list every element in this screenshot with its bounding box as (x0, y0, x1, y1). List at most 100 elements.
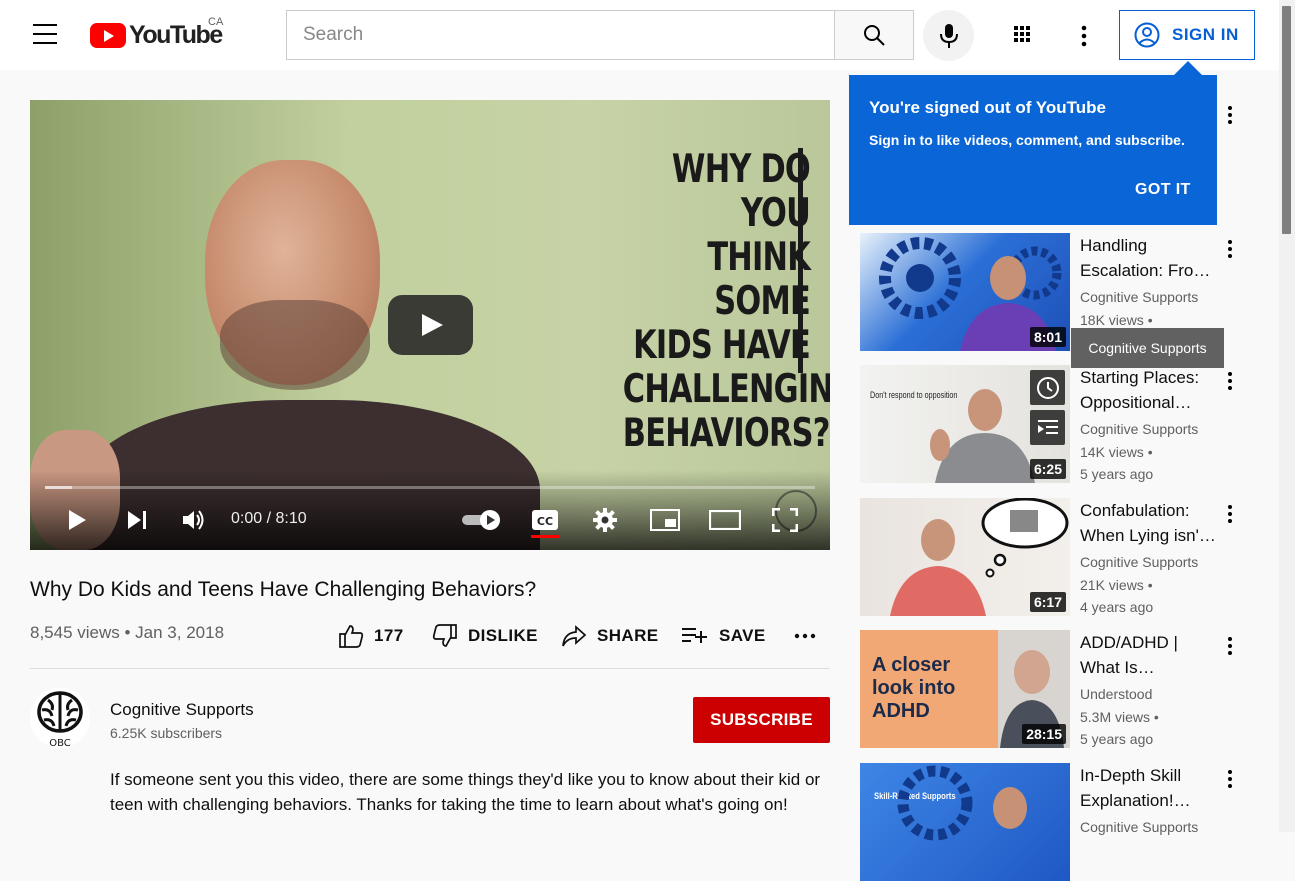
title-line: When Lying isn'… (1080, 526, 1216, 545)
clock-icon (1036, 376, 1059, 399)
recommendation-channel[interactable]: Cognitive Supports (1080, 421, 1198, 437)
video-overlay-bar (798, 148, 803, 373)
microphone-icon (939, 23, 958, 48)
subscribe-button[interactable]: SUBSCRIBE (693, 697, 830, 743)
divider (30, 668, 830, 669)
more-actions-button[interactable] (794, 622, 826, 650)
search-input[interactable] (287, 11, 835, 59)
large-play-button[interactable] (388, 295, 473, 355)
settings-button[interactable] (590, 504, 620, 536)
dislike-button[interactable]: DISLIKE (432, 622, 538, 650)
video-duration: 8:01 (1029, 327, 1066, 347)
recommendation-item[interactable]: Skill-Related Supports In-Depth Skill Exp… (860, 763, 1234, 881)
dislike-label: DISLIKE (468, 626, 538, 645)
channel-avatar-text: OBC (49, 738, 71, 748)
share-button[interactable]: SHARE (561, 622, 659, 650)
subtitles-button[interactable]: CC (530, 504, 560, 536)
settings-more-button[interactable] (1070, 22, 1098, 50)
apps-button[interactable] (1010, 22, 1038, 50)
next-button[interactable] (122, 504, 152, 536)
video-player[interactable]: WHY DO YOU THINK SOME KIDS HAVE CHALLENG… (30, 100, 830, 550)
subtitles-active-indicator (531, 535, 560, 538)
recommendation-title[interactable]: Handling Escalation: Fro… (1080, 233, 1220, 283)
scrollbar-thumb[interactable] (1282, 6, 1291, 234)
recommendation-menu-button[interactable] (1220, 634, 1240, 658)
channel-avatar[interactable]: OBC (30, 688, 90, 749)
autoplay-toggle-icon (462, 510, 500, 530)
youtube-logo[interactable]: YouTube (90, 21, 223, 49)
search-button[interactable] (834, 10, 914, 60)
play-icon (69, 510, 86, 530)
time-display: 0:00 / 8:10 (231, 510, 307, 527)
video-thumbnail[interactable]: 6:17 (860, 498, 1070, 616)
recommendation-item[interactable]: 6:17 Confabulation: When Lying isn'… Cogn… (860, 498, 1234, 616)
video-duration: 6:17 (1029, 592, 1066, 612)
recommendation-age: 5 years ago (1080, 466, 1154, 482)
theater-icon (709, 510, 741, 530)
video-duration: 6:25 (1029, 459, 1066, 479)
title-line: Oppositional… (1080, 393, 1192, 412)
queue-icon (1037, 419, 1058, 434)
recommendation-menu-button[interactable] (1220, 767, 1240, 791)
vertical-dots-icon (1228, 770, 1232, 788)
sign-in-button[interactable]: SIGN IN (1119, 10, 1255, 60)
autoplay-toggle[interactable] (460, 504, 504, 536)
video-duration: 28:15 (1022, 724, 1066, 744)
save-button[interactable]: SAVE (681, 622, 766, 650)
search-icon (864, 25, 885, 46)
recommendation-item[interactable]: A closer look into ADHD 28:15 ADD/ADHD |… (860, 630, 1234, 748)
like-button[interactable]: 177 (338, 622, 404, 650)
closed-captions-icon: CC (532, 510, 558, 530)
subscriber-count: 6.25K subscribers (110, 725, 223, 741)
vertical-dots-icon (1228, 637, 1232, 655)
got-it-button[interactable]: GOT IT (1135, 181, 1191, 199)
video-description: If someone sent you this video, there ar… (110, 770, 821, 814)
save-label: SAVE (719, 626, 766, 645)
watch-later-button[interactable] (1030, 370, 1065, 405)
share-icon (562, 625, 587, 647)
popup-arrow (1174, 61, 1202, 75)
horizontal-dots-icon (794, 633, 816, 639)
recommendation-menu-button[interactable] (1220, 502, 1240, 526)
playlist-add-icon (682, 628, 707, 643)
fullscreen-icon (772, 508, 798, 532)
menu-icon[interactable] (33, 24, 57, 46)
recommendation-menu-button[interactable] (1220, 237, 1240, 261)
video-thumbnail[interactable]: A closer look into ADHD 28:15 (860, 630, 1070, 748)
progress-bar[interactable] (45, 486, 815, 489)
vertical-dots-icon (1228, 372, 1232, 390)
recommendation-title[interactable]: ADD/ADHD | What Is… (1080, 630, 1220, 680)
overlay-line: KIDS HAVE (633, 323, 811, 368)
title-line: Starting Places: (1080, 368, 1200, 387)
title-line: Handling (1080, 236, 1148, 255)
recommendation-menu-button[interactable] (1220, 103, 1240, 127)
theater-mode-button[interactable] (708, 504, 742, 536)
recommendation-title[interactable]: Confabulation: When Lying isn'… (1080, 498, 1220, 548)
recommendation-title[interactable]: In-Depth Skill Explanation!… (1080, 763, 1220, 813)
video-overlay-text: WHY DO YOU THINK SOME KIDS HAVE CHALLENG… (623, 148, 830, 456)
mute-button[interactable] (180, 504, 210, 536)
recommendation-channel[interactable]: Cognitive Supports (1080, 819, 1198, 835)
search-box (286, 10, 835, 60)
channel-name[interactable]: Cognitive Supports (110, 700, 254, 720)
recommendation-channel[interactable]: Understood (1080, 686, 1152, 702)
title-line: ADD/ADHD | (1080, 633, 1178, 652)
popup-title: You're signed out of YouTube (869, 98, 1106, 117)
title-line: Escalation: Fro… (1080, 261, 1211, 280)
video-thumbnail[interactable]: Skill-Related Supports (860, 763, 1070, 881)
voice-search-button[interactable] (923, 10, 974, 61)
miniplayer-button[interactable] (650, 504, 680, 536)
popup-body: Sign in to like videos, comment, and sub… (869, 132, 1185, 148)
fullscreen-button[interactable] (770, 504, 800, 536)
recommendation-title[interactable]: Starting Places: Oppositional… (1080, 365, 1220, 415)
play-button[interactable] (62, 504, 92, 536)
add-to-queue-button[interactable] (1030, 410, 1065, 445)
recommendation-views: 5.3M views • (1080, 709, 1159, 725)
video-thumbnail[interactable]: 8:01 (860, 233, 1070, 351)
recommendation-channel[interactable]: Cognitive Supports (1080, 289, 1198, 305)
video-title: Why Do Kids and Teens Have Challenging B… (30, 578, 537, 601)
account-icon (1134, 22, 1160, 48)
thumbs-down-icon (432, 624, 457, 647)
recommendation-channel[interactable]: Cognitive Supports (1080, 554, 1198, 570)
recommendation-menu-button[interactable] (1220, 369, 1240, 393)
